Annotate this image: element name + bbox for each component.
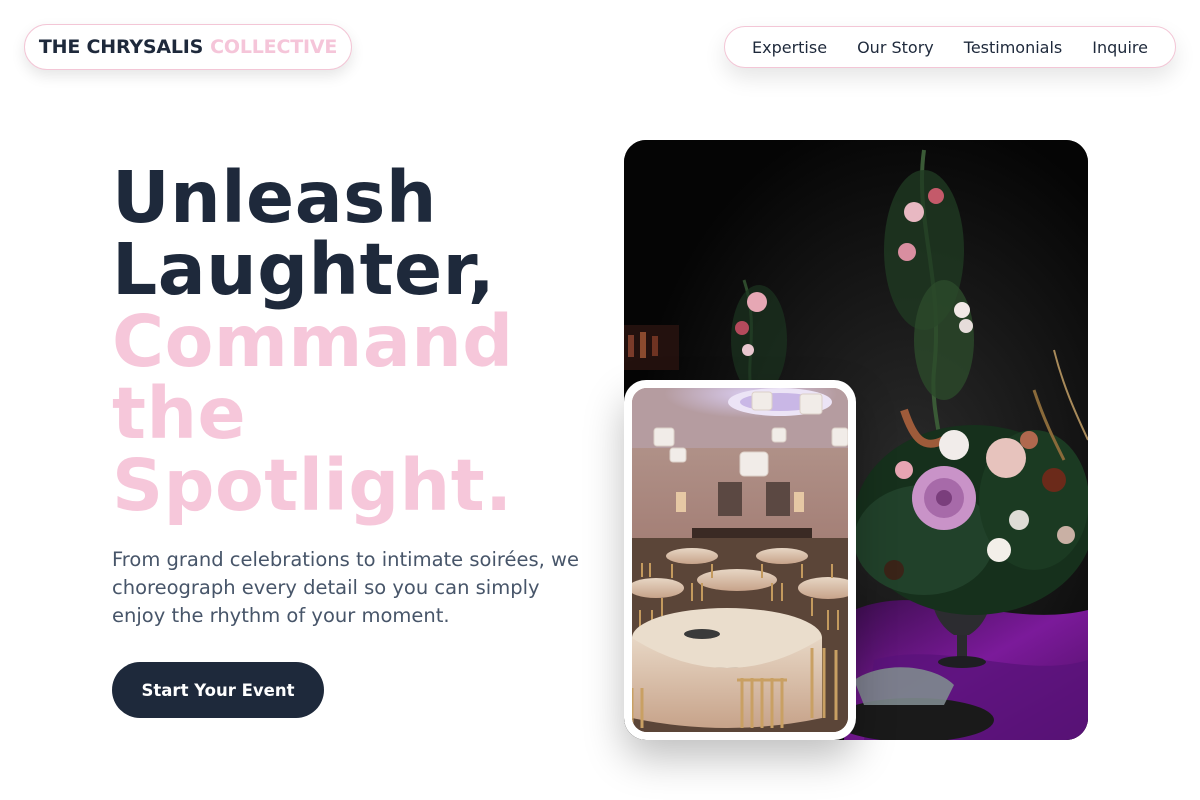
hero-subtitle: From grand celebrations to intimate soir… bbox=[112, 548, 579, 627]
brand-name-dark: THE CHRYSALIS bbox=[38, 36, 204, 58]
main-nav: Expertise Our Story Testimonials Inquire bbox=[724, 26, 1176, 68]
nav-item-our-story[interactable]: Our Story bbox=[857, 38, 934, 57]
nav-item-expertise[interactable]: Expertise bbox=[752, 38, 827, 57]
landing-page: THE CHRYSALIS COLLECTIVE Expertise Our S… bbox=[0, 0, 1200, 800]
nav-item-testimonials[interactable]: Testimonials bbox=[964, 38, 1063, 57]
headline-line-accent: Command bbox=[112, 300, 514, 383]
headline-line: Unleash bbox=[112, 156, 437, 239]
nav-item-inquire[interactable]: Inquire bbox=[1092, 38, 1148, 57]
headline-line-accent: the bbox=[112, 372, 247, 455]
headline-line: Laughter, bbox=[112, 228, 496, 311]
hero-headline: Unleash Laughter, Command the Spotlight. bbox=[112, 162, 514, 522]
ballroom-photo-frame bbox=[624, 380, 856, 740]
ballroom-illustration bbox=[632, 388, 848, 732]
ballroom-tables-photo bbox=[632, 388, 848, 732]
start-event-button[interactable]: Start Your Event bbox=[112, 662, 324, 718]
brand-logo[interactable]: THE CHRYSALIS COLLECTIVE bbox=[24, 24, 352, 70]
brand-name-accent: COLLECTIVE bbox=[210, 36, 338, 58]
headline-line-accent: Spotlight. bbox=[112, 444, 513, 527]
